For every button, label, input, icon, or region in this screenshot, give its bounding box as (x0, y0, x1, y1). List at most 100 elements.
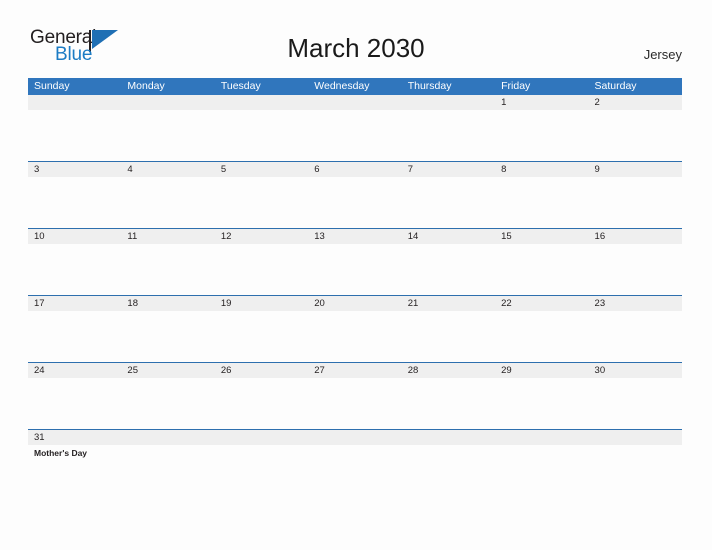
day-cell[interactable] (495, 445, 588, 466)
day-number-empty (308, 430, 401, 445)
day-number-empty (308, 95, 401, 110)
day-number[interactable]: 2 (589, 95, 682, 110)
day-cell[interactable] (28, 177, 121, 228)
week-row: 10 11 12 13 14 15 16 (28, 229, 682, 296)
day-cell[interactable] (495, 177, 588, 228)
day-cell[interactable] (121, 378, 214, 429)
day-cell[interactable] (28, 311, 121, 362)
day-number[interactable]: 5 (215, 162, 308, 177)
day-number-empty (121, 430, 214, 445)
day-number[interactable]: 20 (308, 296, 401, 311)
week-row: 31 Mother's Day (28, 430, 682, 466)
day-number[interactable]: 3 (28, 162, 121, 177)
day-events-strip (28, 110, 682, 161)
weekday-header-friday: Friday (501, 80, 531, 92)
day-number[interactable]: 11 (121, 229, 214, 244)
day-number[interactable]: 23 (589, 296, 682, 311)
weekday-header-row: Sunday Monday Tuesday Wednesday Thursday Frid… (28, 78, 682, 95)
day-number[interactable]: 30 (589, 363, 682, 378)
day-cell[interactable] (121, 244, 214, 295)
day-number[interactable]: 28 (402, 363, 495, 378)
calendar-grid: Sunday Monday Tuesday Wednesday Thursday Frid… (28, 78, 682, 466)
day-cell[interactable] (402, 378, 495, 429)
week-row: 17 18 19 20 21 22 23 (28, 296, 682, 363)
day-events-strip (28, 311, 682, 362)
day-number[interactable]: 18 (121, 296, 214, 311)
day-cell[interactable] (308, 177, 401, 228)
day-cell[interactable] (121, 445, 214, 466)
day-number[interactable]: 21 (402, 296, 495, 311)
day-number[interactable]: 7 (402, 162, 495, 177)
day-number-empty (121, 95, 214, 110)
day-number[interactable]: 4 (121, 162, 214, 177)
day-number[interactable]: 22 (495, 296, 588, 311)
day-cell[interactable] (402, 177, 495, 228)
day-number[interactable]: 31 (28, 430, 121, 445)
day-number-empty (215, 95, 308, 110)
day-cell[interactable] (308, 244, 401, 295)
day-cell[interactable] (589, 378, 682, 429)
day-cell[interactable] (308, 445, 401, 466)
day-number[interactable]: 19 (215, 296, 308, 311)
day-number[interactable]: 24 (28, 363, 121, 378)
day-cell[interactable] (215, 244, 308, 295)
day-number[interactable]: 25 (121, 363, 214, 378)
day-cell[interactable] (121, 311, 214, 362)
day-cell[interactable] (28, 378, 121, 429)
day-number[interactable]: 26 (215, 363, 308, 378)
day-cell[interactable] (215, 378, 308, 429)
weekday-header-wednesday: Wednesday (314, 80, 370, 92)
day-number[interactable]: 9 (589, 162, 682, 177)
day-number[interactable]: 13 (308, 229, 401, 244)
day-cell[interactable]: Mother's Day (28, 445, 121, 466)
week-row: 12 (28, 95, 682, 162)
week-row: 24 25 26 27 28 29 30 (28, 363, 682, 430)
day-cell[interactable] (589, 311, 682, 362)
day-number[interactable]: 16 (589, 229, 682, 244)
day-number-strip: 12 (28, 95, 682, 110)
calendar-event: Mother's Day (34, 448, 88, 458)
day-cell[interactable] (28, 110, 121, 161)
day-number[interactable]: 12 (215, 229, 308, 244)
day-cell[interactable] (308, 378, 401, 429)
day-number[interactable]: 1 (495, 95, 588, 110)
day-cell[interactable] (495, 110, 588, 161)
day-cell[interactable] (121, 110, 214, 161)
day-number-strip: 3456789 (28, 162, 682, 177)
day-cell[interactable] (215, 177, 308, 228)
day-number[interactable]: 6 (308, 162, 401, 177)
day-number-empty (402, 430, 495, 445)
day-number[interactable]: 15 (495, 229, 588, 244)
day-cell[interactable] (308, 311, 401, 362)
day-number[interactable]: 8 (495, 162, 588, 177)
day-cell[interactable] (28, 244, 121, 295)
day-number-empty (402, 95, 495, 110)
day-events-strip (28, 177, 682, 228)
weekday-header-saturday: Saturday (594, 80, 637, 92)
day-cell[interactable] (215, 311, 308, 362)
day-cell[interactable] (215, 445, 308, 466)
day-number-strip: 10 11 12 13 14 15 16 (28, 229, 682, 244)
day-cell[interactable] (402, 110, 495, 161)
weekday-header-monday: Monday (127, 80, 165, 92)
day-cell[interactable] (589, 110, 682, 161)
day-number[interactable]: 27 (308, 363, 401, 378)
day-cell[interactable] (402, 445, 495, 466)
day-number-empty (589, 430, 682, 445)
day-cell[interactable] (495, 378, 588, 429)
day-cell[interactable] (308, 110, 401, 161)
day-cell[interactable] (402, 311, 495, 362)
day-cell[interactable] (589, 244, 682, 295)
day-cell[interactable] (495, 311, 588, 362)
day-number[interactable]: 29 (495, 363, 588, 378)
day-number[interactable]: 17 (28, 296, 121, 311)
day-cell[interactable] (589, 177, 682, 228)
day-cell[interactable] (402, 244, 495, 295)
day-cell[interactable] (589, 445, 682, 466)
day-cell[interactable] (215, 110, 308, 161)
day-cell[interactable] (121, 177, 214, 228)
day-number-empty (495, 430, 588, 445)
day-number[interactable]: 10 (28, 229, 121, 244)
day-number[interactable]: 14 (402, 229, 495, 244)
day-cell[interactable] (495, 244, 588, 295)
